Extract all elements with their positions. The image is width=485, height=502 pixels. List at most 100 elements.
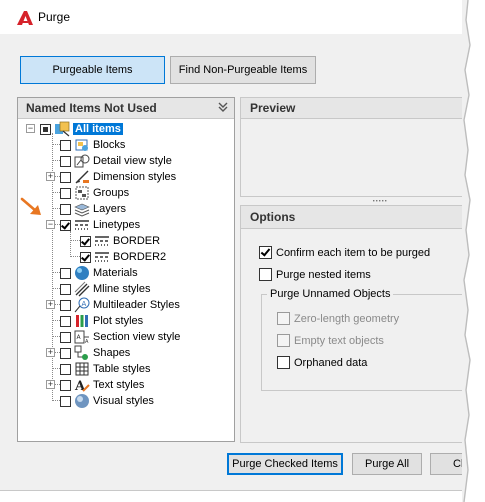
shapes-checkbox[interactable]: [60, 347, 71, 359]
tab-find-non-purgeable-items[interactable]: Find Non-Purgeable Items: [170, 56, 316, 84]
table-styles-checkbox[interactable]: [60, 363, 71, 375]
purge-all-label: Purge All: [364, 458, 410, 470]
shapes-label: Shapes: [93, 347, 131, 359]
all-items-label: All items: [73, 123, 123, 135]
tree-item-all-items[interactable]: All items: [40, 121, 123, 137]
tree-collapse-linetypes[interactable]: −: [46, 220, 55, 229]
mline-styles-label: Mline styles: [93, 283, 151, 295]
visual-styles-icon: [75, 394, 89, 408]
confirm-each-item-label: Confirm each item to be purged: [276, 246, 431, 259]
tree-item-layers[interactable]: Layers: [60, 201, 126, 217]
preview-title: Preview: [250, 101, 296, 115]
plot-styles-checkbox[interactable]: [60, 315, 71, 327]
orphaned-data-option[interactable]: Orphaned data: [277, 356, 367, 369]
tree-expand-multileader-styles[interactable]: +: [46, 300, 55, 309]
section-view-style-label: Section view style: [93, 331, 181, 343]
tree-item-groups[interactable]: Groups: [60, 185, 129, 201]
purge-checked-items-label: Purge Checked Items: [232, 458, 338, 470]
orphaned-data-label: Orphaned data: [294, 356, 368, 369]
purge-dialog: Purge Purgeable Items Find Non-Purgeable…: [0, 0, 485, 491]
options-panel: Options Confirm each item to be purged P…: [240, 205, 471, 443]
panel-splitter[interactable]: [240, 197, 468, 205]
dimension-styles-icon: [75, 170, 89, 184]
tree-item-multileader-styles[interactable]: A Multileader Styles: [60, 297, 180, 313]
orphaned-data-checkbox[interactable]: [277, 356, 290, 369]
border-checkbox[interactable]: [80, 235, 91, 247]
all-items-checkbox[interactable]: [40, 123, 51, 135]
mline-styles-checkbox[interactable]: [60, 283, 71, 295]
multileader-styles-checkbox[interactable]: [60, 299, 71, 311]
confirm-each-item-option[interactable]: Confirm each item to be purged: [259, 246, 430, 259]
empty-text-objects-option[interactable]: Empty text objects: [277, 334, 384, 347]
blocks-icon: [75, 139, 88, 151]
confirm-each-item-checkbox[interactable]: [259, 246, 272, 259]
blocks-label: Blocks: [93, 139, 126, 151]
named-items-header: Named Items Not Used: [18, 98, 234, 119]
purge-nested-items-option[interactable]: Purge nested items: [259, 268, 371, 281]
linetypes-icon: [75, 220, 89, 230]
zero-length-geometry-label: Zero-length geometry: [294, 312, 400, 325]
shapes-icon: [74, 345, 88, 360]
tree-expand-shapes[interactable]: +: [46, 348, 55, 357]
tree-item-shapes[interactable]: Shapes: [60, 345, 130, 361]
tree-item-table-styles[interactable]: Table styles: [60, 361, 150, 377]
materials-checkbox[interactable]: [60, 267, 71, 279]
empty-text-objects-checkbox[interactable]: [277, 334, 290, 347]
border2-checkbox[interactable]: [80, 251, 91, 263]
zero-length-geometry-option[interactable]: Zero-length geometry: [277, 312, 399, 325]
table-styles-icon: [75, 362, 89, 376]
section-view-style-checkbox[interactable]: [60, 331, 71, 343]
tree-expand-text-styles[interactable]: +: [46, 380, 55, 389]
all-items-icon: [55, 121, 70, 137]
dimension-styles-label: Dimension styles: [93, 171, 177, 183]
groups-label: Groups: [93, 187, 130, 199]
text-styles-icon: A: [74, 379, 90, 393]
purge-nested-items-checkbox[interactable]: [259, 268, 272, 281]
tree-item-linetypes[interactable]: Linetypes: [60, 217, 140, 233]
collapse-panel-icon[interactable]: [216, 100, 230, 114]
preview-panel: Preview: [240, 97, 469, 197]
tree-item-materials[interactable]: Materials: [60, 265, 138, 281]
plot-styles-label: Plot styles: [93, 315, 144, 327]
tree-collapse-all-items[interactable]: −: [26, 124, 35, 133]
layers-checkbox[interactable]: [60, 203, 71, 215]
tree-item-detail-view-style[interactable]: Detail view style: [60, 153, 172, 169]
groups-icon: [75, 186, 89, 200]
tree-item-text-styles[interactable]: A Text styles: [60, 377, 144, 393]
text-styles-label: Text styles: [93, 379, 145, 391]
tree-item-mline-styles[interactable]: Mline styles: [60, 281, 150, 297]
linetypes-checkbox[interactable]: [60, 219, 71, 231]
tree-item-visual-styles[interactable]: Visual styles: [60, 393, 154, 409]
groups-checkbox[interactable]: [60, 187, 71, 199]
border-label: BORDER: [113, 235, 161, 247]
tree-item-border[interactable]: BORDER: [80, 233, 160, 249]
tab-purgeable-items-label: Purgeable Items: [52, 64, 133, 76]
text-styles-checkbox[interactable]: [60, 379, 71, 391]
purge-checked-items-button[interactable]: Purge Checked Items: [227, 453, 343, 475]
linetype-icon: [95, 236, 109, 246]
materials-label: Materials: [93, 267, 138, 279]
blocks-checkbox[interactable]: [60, 139, 71, 151]
tree-item-blocks[interactable]: Blocks: [60, 137, 125, 153]
detail-view-style-checkbox[interactable]: [60, 155, 71, 167]
svg-text:A: A: [82, 300, 87, 308]
section-view-style-icon: AA: [74, 330, 89, 345]
visual-styles-checkbox[interactable]: [60, 395, 71, 407]
tab-find-non-purgeable-items-label: Find Non-Purgeable Items: [178, 64, 308, 76]
tree-item-section-view-style[interactable]: AA Section view style: [60, 329, 180, 345]
dimension-styles-checkbox[interactable]: [60, 171, 71, 183]
tab-purgeable-items[interactable]: Purgeable Items: [20, 56, 165, 84]
autocad-logo-icon: [17, 11, 33, 25]
purge-nested-items-label: Purge nested items: [276, 268, 371, 281]
purge-unnamed-objects-title: Purge Unnamed Objects: [267, 288, 394, 300]
tree-item-dimension-styles[interactable]: Dimension styles: [60, 169, 176, 185]
layers-icon: [74, 203, 90, 217]
zero-length-geometry-checkbox[interactable]: [277, 312, 290, 325]
torn-page-edge: [462, 0, 485, 502]
visual-styles-label: Visual styles: [93, 395, 154, 407]
options-title: Options: [250, 210, 296, 224]
tree-item-border2[interactable]: BORDER2: [80, 249, 166, 265]
purge-all-button[interactable]: Purge All: [352, 453, 422, 475]
tree-expand-dimension-styles[interactable]: +: [46, 172, 55, 181]
tree-item-plot-styles[interactable]: Plot styles: [60, 313, 143, 329]
